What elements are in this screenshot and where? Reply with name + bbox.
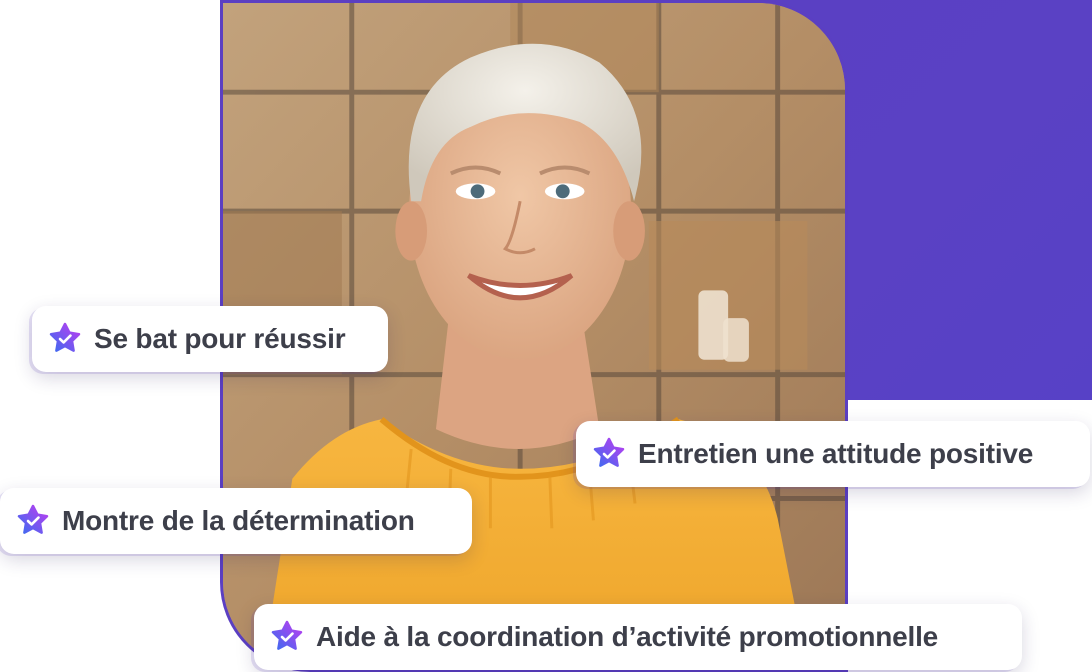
- star-check-icon: [271, 620, 303, 650]
- badge-label: Aide à la coordination d’activité promot…: [316, 621, 939, 652]
- hero-graphic: Se bat pour réussir Entretien une attitu…: [0, 0, 1092, 672]
- trait-badge-promotional-coordination: Aide à la coordination d’activité promot…: [254, 604, 1022, 670]
- star-check-icon: [593, 437, 625, 467]
- star-check-icon: [49, 322, 81, 352]
- star-check-icon: [17, 504, 49, 534]
- trait-badge-fights-to-succeed: Se bat pour réussir: [32, 306, 388, 372]
- badge-label: Montre de la détermination: [62, 505, 415, 536]
- badge-label: Se bat pour réussir: [94, 323, 346, 354]
- trait-badge-positive-attitude: Entretien une attitude positive: [576, 421, 1090, 487]
- badge-label: Entretien une attitude positive: [638, 438, 1034, 469]
- trait-badge-determination: Montre de la détermination: [0, 488, 472, 554]
